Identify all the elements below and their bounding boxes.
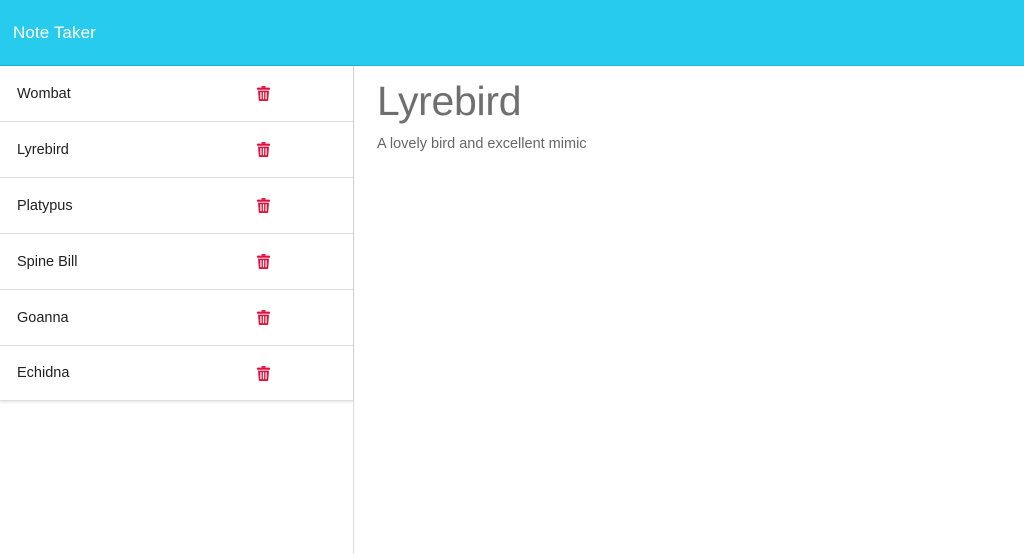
note-list-item-title: Echidna	[17, 365, 70, 381]
note-detail-panel: Lyrebird A lovely bird and excellent mim…	[354, 66, 1024, 554]
note-list-item[interactable]: Lyrebird	[0, 122, 353, 178]
note-list-item-title: Wombat	[17, 85, 71, 102]
trash-icon	[256, 142, 270, 157]
note-list-item-title: Platypus	[17, 197, 73, 214]
trash-icon	[256, 198, 270, 213]
trash-icon	[256, 86, 270, 101]
note-list-item[interactable]: Wombat	[0, 66, 353, 122]
note-sidebar: Wombat Lyrebird Platypus Spine Bill Goan…	[0, 66, 354, 554]
note-list-item[interactable]: Goanna	[0, 290, 353, 346]
delete-note-button[interactable]	[256, 310, 270, 326]
delete-note-button[interactable]	[256, 86, 270, 102]
trash-icon	[256, 310, 270, 325]
trash-icon	[256, 365, 270, 381]
navbar: Note Taker	[0, 0, 1024, 66]
note-list-item-title: Goanna	[17, 309, 69, 326]
note-list-item-title: Spine Bill	[17, 253, 78, 270]
note-list-item[interactable]: Spine Bill	[0, 234, 353, 290]
note-list-item-title: Lyrebird	[17, 141, 69, 158]
trash-icon	[256, 254, 270, 269]
delete-note-button[interactable]	[256, 142, 270, 158]
delete-note-button[interactable]	[256, 365, 270, 381]
note-text-display[interactable]: A lovely bird and excellent mimic	[377, 136, 1024, 152]
app-title[interactable]: Note Taker	[13, 23, 96, 43]
note-list: Wombat Lyrebird Platypus Spine Bill Goan…	[0, 66, 353, 401]
delete-note-button[interactable]	[256, 198, 270, 214]
delete-note-button[interactable]	[256, 254, 270, 270]
note-list-item[interactable]: Platypus	[0, 178, 353, 234]
note-title-display[interactable]: Lyrebird	[377, 66, 1024, 124]
note-list-item[interactable]: Echidna	[0, 346, 353, 401]
